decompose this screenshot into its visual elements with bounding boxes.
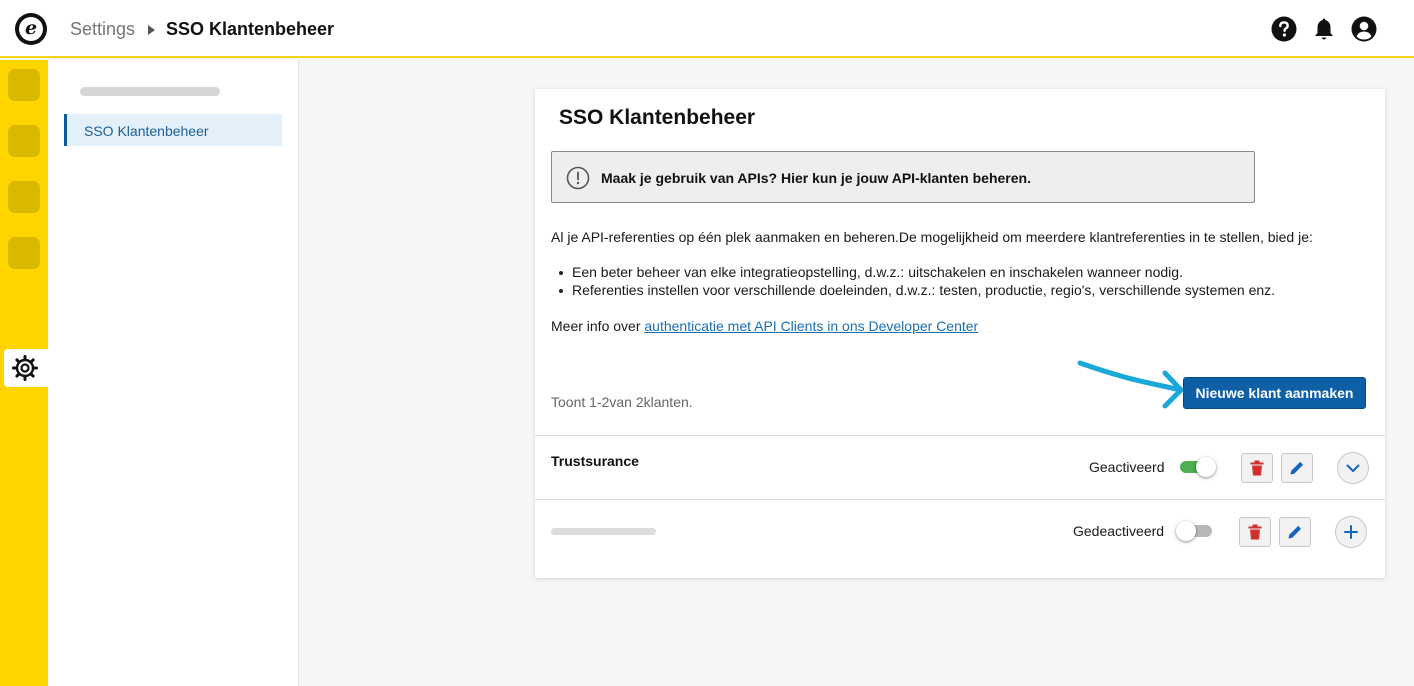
client-status: Gedeactiveerd — [1073, 523, 1165, 539]
bullet-dot — [559, 289, 563, 293]
sidebar-item-sso-klantenbeheer[interactable]: SSO Klantenbeheer — [64, 114, 282, 146]
bullet-item: Referenties instellen voor verschillende… — [572, 282, 1276, 298]
annotation-arrow-icon — [1077, 360, 1184, 409]
breadcrumb-current: SSO Klantenbeheer — [166, 19, 335, 39]
sidebar-title-placeholder — [80, 87, 220, 96]
new-client-button[interactable]: Nieuwe klant aanmaken — [1183, 377, 1366, 409]
alert-text: Maak je gebruik van APIs? Hier kun je jo… — [601, 170, 1031, 186]
edit-client-button[interactable] — [1279, 517, 1311, 547]
top-header: e Settings SSO Klantenbeheer — [0, 0, 1414, 58]
rail-settings[interactable] — [4, 349, 48, 387]
client-count: Toont 1-2van 2klanten. — [551, 394, 693, 410]
bell-icon[interactable] — [1311, 16, 1337, 42]
rail-app-4[interactable] — [8, 237, 40, 269]
delete-client-button[interactable] — [1241, 453, 1273, 483]
app-rail — [0, 60, 48, 686]
settings-sidebar: SSO Klantenbeheer — [48, 60, 299, 686]
intro-text: Al je API-referenties op één plek aanmak… — [551, 229, 1313, 245]
chevron-down-icon — [1346, 464, 1360, 472]
more-info-prefix: Meer info over — [551, 318, 641, 334]
sidebar-item-label: SSO Klantenbeheer — [84, 123, 209, 139]
client-active-toggle[interactable] — [1178, 457, 1216, 477]
more-info-line: Meer info over authenticatie met API Cli… — [551, 318, 978, 334]
edit-client-button[interactable] — [1281, 453, 1313, 483]
add-client-button[interactable] — [1335, 516, 1367, 548]
info-alert: Maak je gebruik van APIs? Hier kun je jo… — [551, 151, 1255, 203]
client-row: Gedeactiveerd — [535, 499, 1385, 563]
gear-icon — [12, 355, 38, 381]
rail-app-1[interactable] — [8, 69, 40, 101]
client-active-toggle[interactable] — [1176, 521, 1214, 541]
rail-app-3[interactable] — [8, 181, 40, 213]
breadcrumb-separator-icon — [148, 25, 155, 35]
plus-icon — [1344, 525, 1358, 539]
expand-client-button[interactable] — [1337, 452, 1369, 484]
bullet-dot — [559, 271, 563, 275]
trash-icon — [1250, 460, 1264, 476]
bullet-item: Een beter beheer van elke integratieopst… — [572, 264, 1183, 280]
page-title: SSO Klantenbeheer — [559, 106, 756, 129]
help-icon[interactable] — [1271, 16, 1297, 42]
trash-icon — [1248, 524, 1262, 540]
rail-app-2[interactable] — [8, 125, 40, 157]
pencil-icon — [1290, 461, 1304, 475]
client-name: Trustsurance — [551, 453, 639, 469]
developer-center-link[interactable]: authenticatie met API Clients in ons Dev… — [644, 318, 978, 334]
delete-client-button[interactable] — [1239, 517, 1271, 547]
sso-card: SSO Klantenbeheer Maak je gebruik van AP… — [535, 89, 1385, 578]
client-row: Trustsurance Geactiveerd — [535, 435, 1385, 499]
client-name-placeholder — [551, 528, 656, 535]
alert-circle-icon — [566, 166, 590, 190]
app-logo[interactable]: e — [15, 13, 47, 45]
client-status: Geactiveerd — [1089, 459, 1165, 475]
pencil-icon — [1288, 525, 1302, 539]
user-icon[interactable] — [1351, 16, 1377, 42]
breadcrumb-settings[interactable]: Settings — [70, 19, 135, 40]
